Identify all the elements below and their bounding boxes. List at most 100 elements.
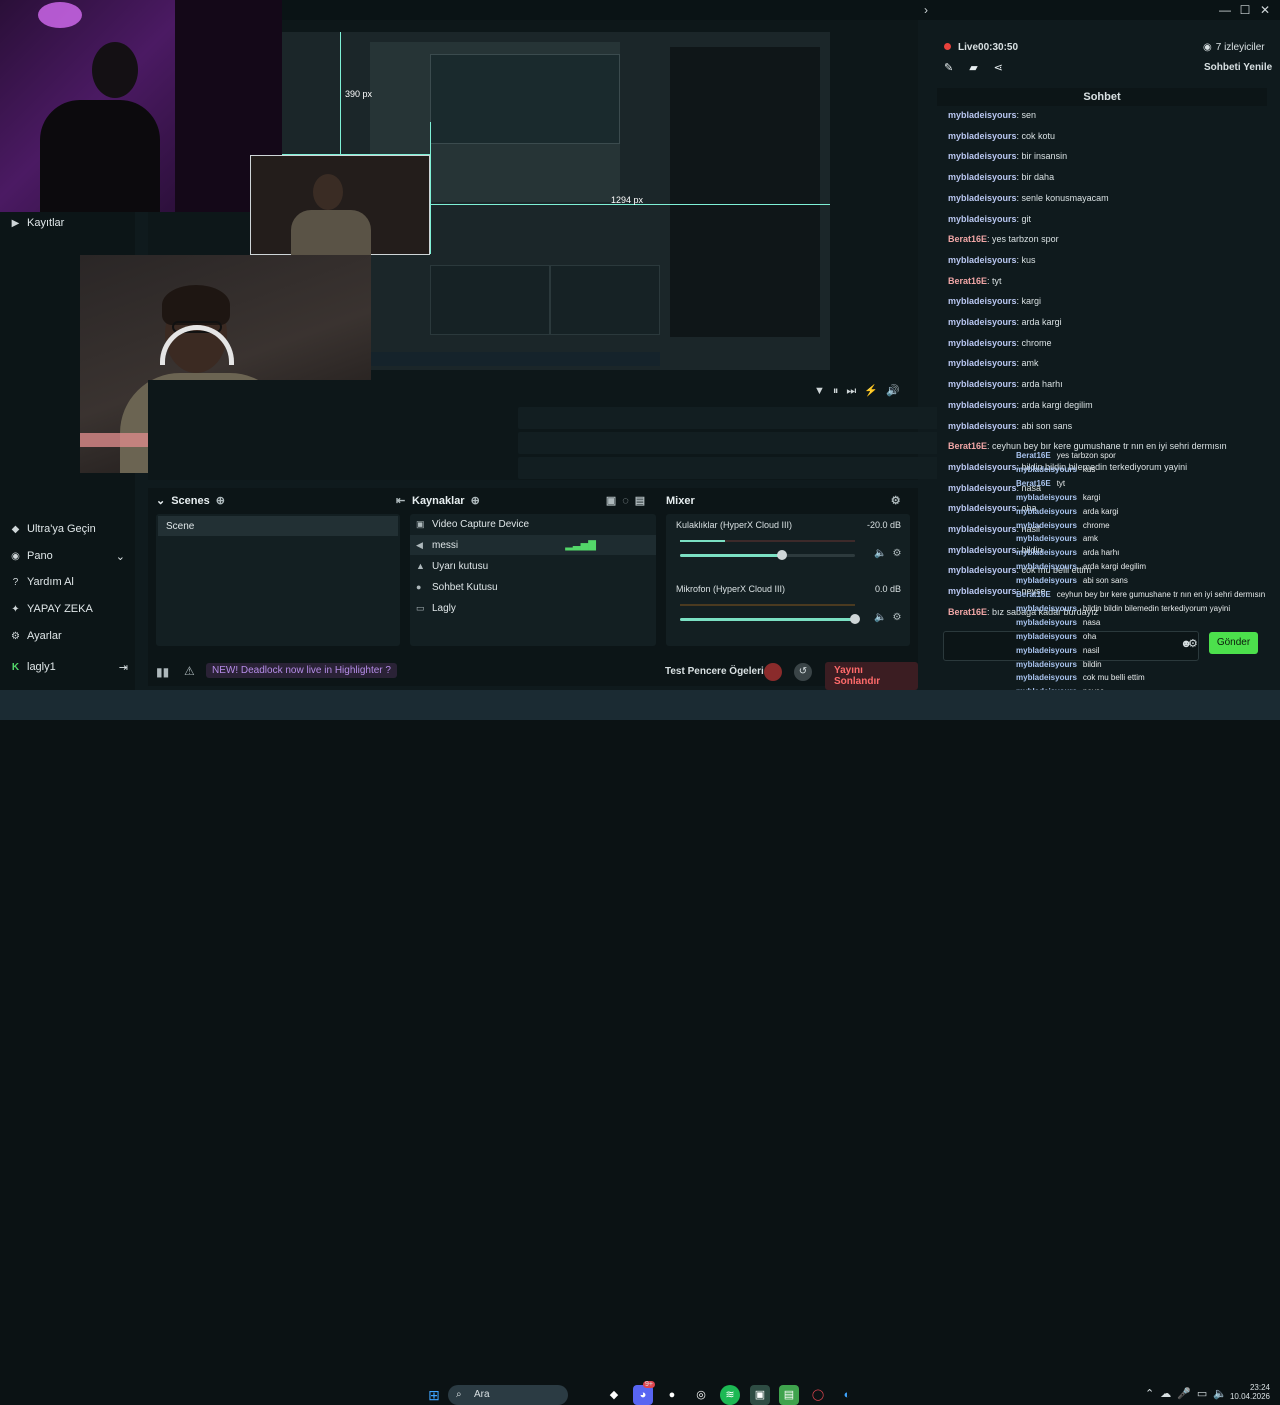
nav-user[interactable]: Klagly1 ⇥ [10, 657, 128, 677]
chat-username[interactable]: mybladeisyours [948, 172, 1017, 182]
slider-knob[interactable] [776, 550, 787, 560]
chat-username[interactable]: mybladeisyours [948, 462, 1017, 472]
chat-username[interactable]: mybladeisyours [948, 483, 1017, 493]
chat-username[interactable]: mybladeisyours [948, 358, 1017, 368]
selected-webcam-source[interactable] [250, 155, 430, 256]
edge-icon[interactable]: ◐ [837, 1385, 857, 1405]
chat-username[interactable]: Berat16E [948, 276, 987, 286]
preview-controls[interactable]: ▼⏸⏭⚡🔊 [814, 384, 914, 398]
chat-username[interactable]: mybladeisyours [948, 296, 1017, 306]
windows-start-icon[interactable]: ⊞ [424, 1385, 444, 1405]
test-widgets-label[interactable]: Test Pencere Ögeleri [665, 666, 764, 677]
minimize-button[interactable]: — [1216, 2, 1234, 18]
scene-item[interactable]: Scene [158, 516, 398, 536]
highlighter-banner[interactable]: NEW! Deadlock now live in Highlighter ? [206, 663, 397, 678]
nav-settings[interactable]: ⚙ Ayarlar [10, 626, 62, 646]
nav-ultra[interactable]: ◆ Ultra'ya Geçin [10, 519, 96, 539]
overlay-username: mybladeisyours [1016, 492, 1077, 502]
streamlabs-icon[interactable]: ▣ [750, 1385, 770, 1405]
channel-controls[interactable]: 🔈⚙ [874, 548, 907, 559]
overlay-message: mybladeisyours bildin [1016, 660, 1102, 669]
add-scene-icon[interactable]: ⊕ [216, 494, 225, 507]
chat-username[interactable]: mybladeisyours [948, 421, 1017, 431]
chat-username[interactable]: Berat16E [948, 234, 987, 244]
record-button[interactable] [764, 663, 782, 681]
source-item[interactable]: ▭ Lagly [416, 598, 456, 618]
channel-controls[interactable]: 🔈⚙ [874, 612, 907, 623]
chat-username[interactable]: mybladeisyours [948, 255, 1017, 265]
chat-message: mybladeisyours: sen [948, 110, 1036, 120]
chat-username[interactable]: mybladeisyours [948, 214, 1017, 224]
channel-name: Kulaklıklar (HyperX Cloud III) [676, 520, 793, 530]
volume-slider[interactable] [680, 550, 855, 560]
scenes-title: Scenes [171, 494, 210, 507]
chat-username[interactable]: mybladeisyours [948, 565, 1017, 575]
nav-panel[interactable]: ◉ Pano ⌄ [10, 546, 125, 566]
expand-chat-icon[interactable]: › [917, 2, 935, 18]
chat-username[interactable]: mybladeisyours [948, 503, 1017, 513]
maximize-button[interactable]: ☐ [1236, 2, 1254, 18]
chat-username[interactable]: mybladeisyours [948, 524, 1017, 534]
alert-icon[interactable]: ⚠ [184, 664, 195, 678]
chat-username[interactable]: mybladeisyours [948, 151, 1017, 161]
chat-username[interactable]: mybladeisyours [948, 193, 1017, 203]
discord-icon[interactable]: ◕ [633, 1385, 653, 1405]
stats-icon[interactable]: ▮▮ [156, 665, 169, 679]
source-item[interactable]: ● Sohbet Kutusu [416, 577, 498, 597]
mixer-settings-icon[interactable]: ⚙ [891, 494, 901, 507]
chat-username[interactable]: mybladeisyours [948, 317, 1017, 327]
channel-db: 0.0 dB [874, 584, 901, 594]
system-tray[interactable]: ⌃☁🎤▭🔈 [1145, 1387, 1233, 1400]
add-source-icon[interactable]: ⊕ [471, 494, 480, 507]
chat-text: cok kotu [1021, 130, 1056, 141]
nav-recordings[interactable]: ▶ Kayıtlar [10, 213, 65, 233]
end-stream-button[interactable]: Yayını Sonlandır [825, 662, 918, 690]
app-icon[interactable]: ● [662, 1385, 682, 1405]
chat-username[interactable]: Berat16E [948, 441, 987, 451]
chat-message: Berat16E: yes tarbzon spor [948, 234, 1059, 244]
overlay-message: mybladeisyours nasil [1016, 646, 1099, 655]
replay-icon[interactable]: ↺ [794, 663, 812, 681]
spotify-icon[interactable]: ≋ [720, 1385, 740, 1405]
app-icon[interactable]: ▤ [779, 1385, 799, 1405]
live-label: Live [958, 42, 979, 53]
chat-tools[interactable]: ✎▰⋖ [944, 61, 1019, 74]
source-tools-icon[interactable]: ▣◌▤ [606, 494, 651, 507]
slider-knob[interactable] [850, 614, 860, 624]
chat-username[interactable]: mybladeisyours [948, 586, 1017, 596]
chat-username[interactable]: mybladeisyours [948, 379, 1017, 389]
overlay-username: mybladeisyours [1016, 520, 1077, 530]
chevron-down-icon: ⌄ [115, 550, 125, 563]
chevron-down-icon[interactable]: ⌄ [156, 494, 165, 507]
chat-username[interactable]: mybladeisyours [948, 400, 1017, 410]
nav-ai[interactable]: ✦ YAPAY ZEKA [10, 599, 93, 619]
camera-icon: ▣ [416, 518, 425, 529]
webcam-source-purple[interactable] [0, 0, 282, 212]
refresh-chat-button[interactable]: Sohbeti Yenile [1204, 62, 1272, 73]
collapse-icon[interactable]: ⇤ [396, 494, 405, 507]
nav-help[interactable]: ? Yardım Al [10, 572, 74, 592]
source-item[interactable]: ▲ Uyarı kutusu [416, 556, 488, 576]
source-item-selected[interactable]: ◀ messi ▂▃▅▇ [410, 535, 656, 555]
volume-slider[interactable] [680, 614, 860, 624]
send-button[interactable]: Gönder [1209, 632, 1258, 654]
chat-settings-icon[interactable]: ⚙ [1188, 637, 1198, 650]
chat-username[interactable]: Berat16E [948, 607, 987, 617]
source-item[interactable]: ▣ Video Capture Device [416, 514, 529, 534]
dashboard-icon: ◉ [11, 550, 20, 562]
chat-username[interactable]: mybladeisyours [948, 131, 1017, 141]
chat-username[interactable]: mybladeisyours [948, 338, 1017, 348]
chat-username[interactable]: mybladeisyours [948, 110, 1017, 120]
eye-icon: ◉ [1203, 42, 1212, 53]
steam-icon[interactable]: ◎ [691, 1385, 711, 1405]
scenes-panel: Scene [156, 514, 400, 646]
source-label: Sohbet Kutusu [432, 581, 498, 593]
scenes-header: ⌄ Scenes ⊕ ⇤ [156, 494, 405, 508]
overlay-username: mybladeisyours [1016, 548, 1077, 558]
close-button[interactable]: ✕ [1256, 2, 1274, 18]
chat-username[interactable]: mybladeisyours [948, 545, 1017, 555]
clock[interactable]: 23:24 10.04.2026 [1228, 1383, 1270, 1401]
app-icon[interactable]: ◆ [604, 1385, 624, 1405]
taskbar-search[interactable]: ⌕ Ara [448, 1385, 568, 1405]
opera-icon[interactable]: ◯ [808, 1385, 828, 1405]
